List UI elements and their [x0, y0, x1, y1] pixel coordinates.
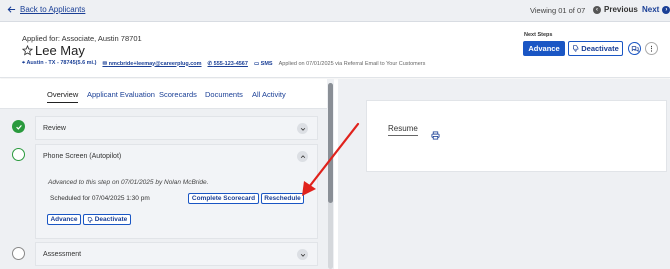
mail-icon: ✉	[102, 60, 108, 67]
thumbs-down-icon	[87, 216, 93, 223]
tab-overview[interactable]: Overview	[47, 90, 79, 103]
tab-applicant-evaluation[interactable]: Applicant Evaluation	[87, 90, 155, 99]
candidate-meta: ⌖ Austin - TX - 78745(5.6 mi.) ✉ nmcbrid…	[22, 60, 425, 67]
previous-button[interactable]: ‹ Previous	[593, 5, 638, 14]
tab-documents[interactable]: Documents	[205, 90, 243, 99]
sms-text: SMS	[260, 60, 273, 67]
step-phone-screen-card: Phone Screen (Autopilot) Advanced to thi…	[35, 144, 318, 239]
step-upcoming-indicator	[12, 247, 25, 260]
applied-on-text: Applied on 07/01/2025 via Referral Email…	[278, 60, 426, 67]
next-steps-label: Next Steps	[524, 32, 553, 38]
tab-all-activity[interactable]: All Activity	[252, 90, 286, 99]
phone-link[interactable]: ✆ 555-123-4567	[208, 61, 248, 67]
step-deactivate-label: Deactivate	[94, 216, 128, 223]
scrollbar-thumb[interactable]	[328, 83, 333, 203]
email-text: nmcbride+leemay@careerplug.com	[108, 60, 202, 67]
complete-scorecard-button[interactable]: Complete Scorecard	[188, 193, 259, 204]
advanced-note: Advanced to this step on 07/01/2025 by N…	[48, 179, 209, 186]
check-icon	[15, 124, 22, 130]
previous-label: Previous	[604, 5, 638, 14]
step-assessment-title: Assessment	[43, 251, 82, 258]
deactivate-label: Deactivate	[581, 44, 619, 53]
top-bar: Back to Applicants Viewing 01 of 07 ‹ Pr…	[0, 0, 670, 22]
tab-scorecards[interactable]: Scorecards	[159, 90, 197, 99]
chat-button[interactable]	[628, 42, 641, 55]
candidate-header: Applied for: Associate, Austin 78701 Lee…	[0, 22, 670, 78]
left-panel: Overview Applicant Evaluation Scorecards…	[0, 79, 334, 269]
resume-tab[interactable]: Resume	[388, 124, 418, 136]
chevron-down-icon	[300, 127, 305, 131]
step-advance-button[interactable]: Advance	[47, 214, 81, 225]
phone-icon: ✆	[207, 60, 213, 67]
chevron-right-icon: ›	[662, 5, 670, 14]
candidate-name-text: Lee May	[35, 43, 85, 58]
next-button[interactable]: Next ›	[642, 5, 670, 14]
step-review-card[interactable]: Review	[35, 116, 318, 140]
expand-review-button[interactable]	[297, 123, 308, 134]
chat-icon	[631, 45, 639, 52]
email-link[interactable]: ✉ nmcbride+leemay@careerplug.com	[102, 61, 201, 67]
step-current-indicator	[12, 148, 25, 161]
chevron-down-icon	[300, 253, 305, 257]
scheduled-text: Scheduled for 07/04/2025 1:30 pm	[50, 195, 150, 202]
back-to-applicants-link[interactable]: Back to Applicants	[7, 5, 85, 14]
expand-assessment-button[interactable]	[297, 249, 308, 260]
more-options-button[interactable]: ⋮	[645, 42, 658, 55]
scrollbar[interactable]	[328, 83, 333, 269]
pin-icon: ⌖	[22, 60, 26, 66]
print-icon[interactable]	[431, 131, 440, 140]
tab-bar: Overview Applicant Evaluation Scorecards…	[0, 79, 327, 109]
step-phone-screen-title: Phone Screen (Autopilot)	[43, 153, 122, 160]
sms-icon: ▭	[253, 60, 260, 67]
star-outline-icon[interactable]	[22, 45, 33, 56]
thumbs-down-icon	[573, 45, 579, 52]
resume-card: Resume	[366, 100, 667, 172]
chevron-up-icon	[300, 154, 305, 158]
phone-text: 555-123-4567	[213, 60, 248, 67]
back-link-label: Back to Applicants	[20, 5, 86, 14]
step-assessment-card[interactable]: Assessment	[35, 242, 318, 266]
arrow-left-icon	[7, 6, 16, 13]
collapse-phone-screen-button[interactable]	[297, 151, 308, 162]
right-panel: Resume	[338, 79, 670, 269]
step-complete-indicator	[12, 120, 25, 133]
location-text: Austin - TX - 78745(5.6 mi.)	[26, 60, 97, 66]
reschedule-button[interactable]: Reschedule	[261, 193, 304, 204]
candidate-name: Lee May	[22, 43, 85, 58]
chevron-left-icon: ‹	[593, 5, 601, 14]
step-deactivate-button[interactable]: Deactivate	[83, 214, 131, 225]
step-review-title: Review	[43, 125, 66, 132]
sms-link[interactable]: ▭ SMS	[254, 61, 273, 67]
applied-for-text: Applied for: Associate, Austin 78701	[22, 34, 142, 43]
next-label: Next	[642, 5, 660, 14]
more-icon: ⋮	[648, 45, 655, 53]
deactivate-button[interactable]: Deactivate	[568, 41, 623, 56]
location-link[interactable]: ⌖ Austin - TX - 78745(5.6 mi.)	[22, 60, 96, 67]
viewing-counter: Viewing 01 of 07	[530, 6, 586, 15]
advance-button[interactable]: Advance	[523, 41, 565, 56]
